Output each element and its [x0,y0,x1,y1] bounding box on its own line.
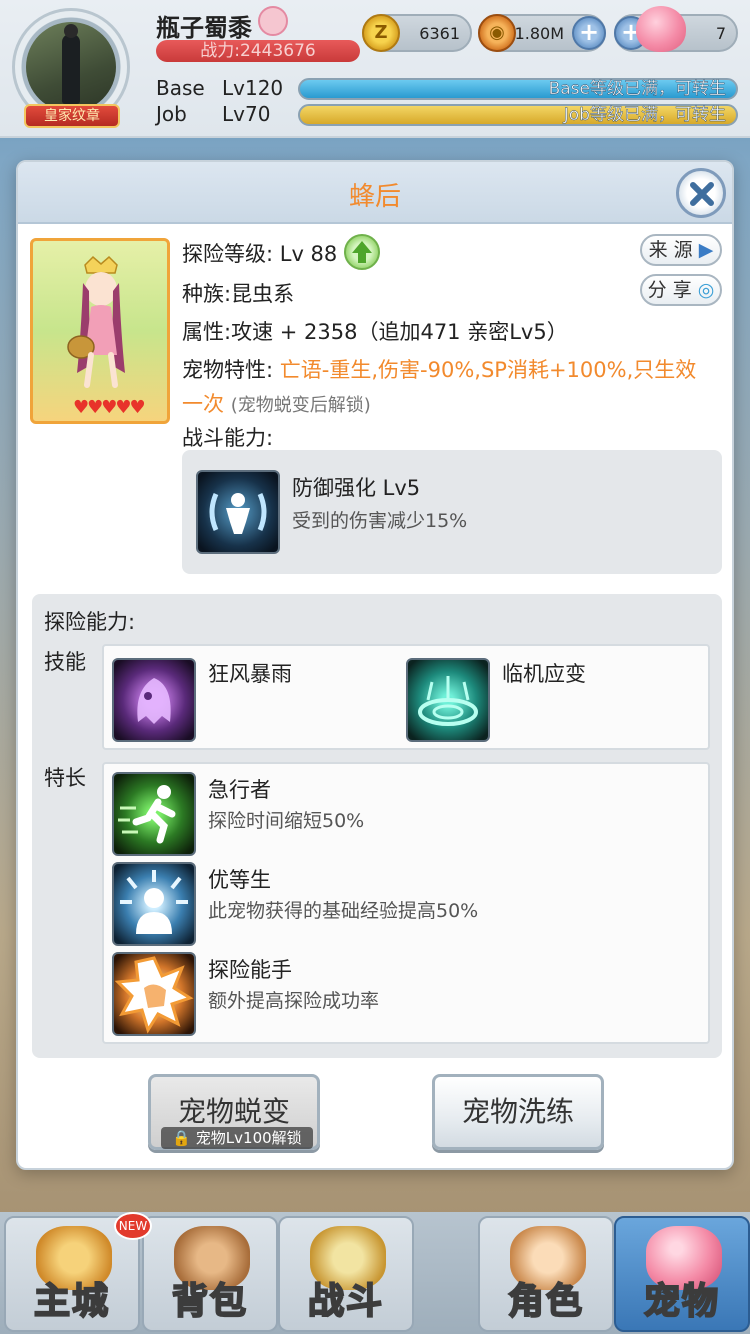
skills-label: 技能 [44,650,86,674]
explore-ability-title: 探险能力: [44,610,136,634]
pet-trait-cont: 一次 (宠物蜕变后解锁) [182,388,371,418]
poring-icon[interactable] [636,6,686,52]
play-arrow-icon: ▶ [698,239,714,261]
intimacy-hearts: ♥♥♥♥♥ [73,397,146,418]
honor-student-icon[interactable] [112,862,196,946]
pet-trait-key: 宠物特性: [182,358,274,382]
nav-pet[interactable]: 宠物 [614,1216,750,1332]
explore-level: 探险等级: Lv 88 [182,242,338,266]
combat-ability-title: 战斗能力: [182,426,274,450]
job-level: Lv70 [222,102,271,126]
skill-name-2: 临机应变 [502,662,586,686]
avatar-figure [62,24,80,104]
source-button-label: 来 源 [648,239,693,261]
running-man-icon [118,785,176,844]
third-currency-amount: 7 [715,24,726,43]
shield-person-icon [209,492,267,534]
modal-title: 蜂后 [348,182,401,212]
pet-evolve-label: 宠物蜕变 [177,1095,290,1128]
zeny-amount: 6361 [419,24,460,43]
queen-bee-figure [67,255,125,388]
pet-trait-value: 亡语-重生,伤害-90%,SP消耗+100%,只生效 [279,358,697,382]
person-rays-icon [120,870,188,934]
nav-character[interactable]: 角色 [478,1216,614,1332]
explore-expert-icon[interactable] [112,952,196,1036]
close-icon [690,182,714,206]
specialty-desc-1: 探险时间缩短50% [208,810,365,832]
title-badge: 皇家纹章 [24,104,120,128]
defense-boost-icon[interactable] [196,470,280,554]
level-up-arrow-icon[interactable] [344,234,380,270]
skills-box: 狂风暴雨 临机应变 [102,644,710,750]
pet-attribute: 属性:攻速 + 2358（追加471 亲密Lv5） [182,320,568,344]
source-button[interactable]: 来 源 ▶ [640,234,722,266]
pet-race: 种族:昆虫系 [182,282,295,306]
share-icon: ◎ [697,279,715,301]
player-header: 皇家纹章 瓶子蜀黍 战力:2443676 Z 6361 ◉ 1.80M + 7 … [0,0,750,138]
storm-skill-icon[interactable] [112,658,196,742]
zeny-display: Z 6361 [362,14,472,52]
adapt-skill-icon[interactable] [406,658,490,742]
combat-skill-name: 防御强化 Lv5 [292,476,421,500]
radar-icon [418,676,478,726]
combat-power: 战力:2443676 [156,40,360,62]
pet-refine-button[interactable]: 宠物洗练 [432,1074,604,1150]
specialty-desc-2: 此宠物获得的基础经验提高50% [208,900,479,922]
specialty-desc-3: 额外提高探险成功率 [208,990,380,1012]
lock-icon: 🔒 [172,1129,192,1147]
base-level-row: Base Lv120 [156,76,283,100]
pet-trait-value-2: 一次 [182,392,224,416]
pet-detail-modal: 蜂后 ♥♥♥♥♥ 探险等级: Lv 88 来 源 ▶ 种族:昆虫系 分 享 ◎ … [16,160,734,1170]
close-button[interactable] [676,168,726,218]
nav-label-battle: 战斗 [307,1280,384,1323]
modal-title-bar: 蜂后 [18,162,732,224]
add-coin-button[interactable]: + [572,16,606,50]
runner-icon[interactable] [112,772,196,856]
skill-name-1: 狂风暴雨 [208,662,292,686]
share-button[interactable]: 分 享 ◎ [640,274,722,306]
coin-amount: 1.80M [514,24,564,43]
evolve-lock-text: 宠物Lv100解锁 [195,1129,302,1147]
player-name: 瓶子蜀黍 [156,14,252,42]
trait-unlock-note: (宠物蜕变后解锁) [230,395,371,416]
pet-portrait: ♥♥♥♥♥ [30,238,170,424]
nav-backpack[interactable]: 背包 [142,1216,278,1332]
pet-trait: 宠物特性: 亡语-重生,伤害-90%,SP消耗+100%,只生效 [182,354,722,384]
pet-refine-label: 宠物洗练 [461,1095,574,1128]
specialty-name-3: 探险能手 [208,958,292,982]
job-level-row: Job Lv70 [156,102,270,126]
pet-mini-icon [258,6,288,36]
evolve-lock-tag: 🔒 宠物Lv100解锁 [161,1127,313,1149]
job-exp-bar[interactable]: Job等级已满，可转生 [298,104,738,126]
zeny-coin-icon: Z [362,14,400,52]
nav-label-main-city: 主城 [33,1280,110,1323]
nav-battle[interactable]: 战斗 [278,1216,414,1332]
fist-burst-icon [114,956,194,1034]
nav-label-backpack: 背包 [171,1280,248,1323]
bottom-nav: 主城 背包 战斗 角色 宠物 [0,1212,750,1334]
specialty-name-1: 急行者 [208,778,271,802]
specialty-name-2: 优等生 [208,868,271,892]
nav-label-pet: 宠物 [643,1280,720,1323]
base-label: Base [156,76,205,100]
job-label: Job [156,102,187,126]
pet-evolve-button[interactable]: 宠物蜕变 🔒 宠物Lv100解锁 [148,1074,320,1150]
up-arrow-icon [352,241,372,263]
ghost-icon [137,678,171,724]
base-level: Lv120 [222,76,284,100]
coin-icon: ◉ [478,14,516,52]
new-badge: NEW [114,1212,152,1240]
combat-skill-desc: 受到的伤害减少15% [292,510,468,532]
base-exp-bar[interactable]: Base等级已满，可转生 [298,78,738,100]
specialty-label: 特长 [44,766,86,790]
combat-ability-box: 防御强化 Lv5 受到的伤害减少15% [182,450,722,574]
share-button-label: 分 享 [647,279,692,301]
explore-ability-panel: 探险能力: 技能 狂风暴雨 临机应变 特长 急行者 探险时间缩短50% 优等生 … [32,594,722,1058]
nav-label-character: 角色 [507,1280,584,1323]
avatar-image [26,22,116,112]
specialty-box: 急行者 探险时间缩短50% 优等生 此宠物获得的基础经验提高50% 探险能手 额… [102,762,710,1044]
